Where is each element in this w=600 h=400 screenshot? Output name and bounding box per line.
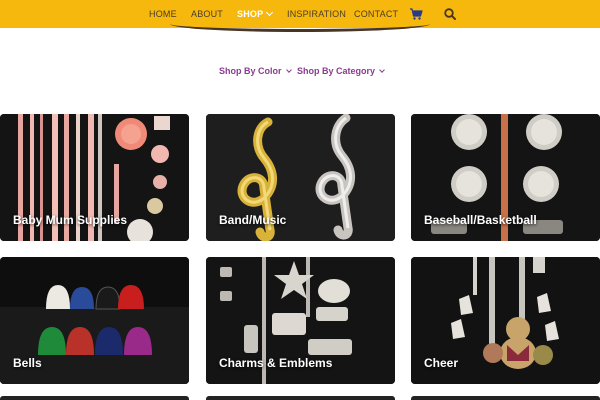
category-card-band-music[interactable]: Band/Music [206, 114, 395, 241]
nav-about[interactable]: ABOUT [191, 0, 223, 28]
nav-home[interactable]: HOME [149, 0, 177, 28]
card-label: Band/Music [219, 213, 287, 227]
shop-by-color-label: Shop By Color [219, 66, 282, 76]
nav-shop-label: SHOP [237, 9, 264, 19]
card-label: Charms & Emblems [219, 356, 333, 370]
card-label: Bells [13, 356, 42, 370]
nav-inspiration[interactable]: INSPIRATION [287, 0, 346, 28]
nav-shop[interactable]: SHOP [237, 0, 274, 28]
shop-by-color-dropdown[interactable]: Shop By Color [219, 66, 292, 76]
search-icon[interactable] [443, 7, 457, 21]
nav-contact[interactable]: CONTACT [354, 0, 398, 28]
nav-home-label: HOME [149, 9, 177, 19]
category-card-cheer[interactable]: Cheer [411, 257, 600, 384]
shop-by-category-dropdown[interactable]: Shop By Category [297, 66, 385, 76]
category-card-partial[interactable] [206, 396, 395, 400]
nav-about-label: ABOUT [191, 9, 224, 19]
cart-icon[interactable] [409, 7, 423, 21]
chevron-down-icon [285, 67, 292, 73]
nav-inspiration-label: INSPIRATION [287, 9, 347, 19]
category-card-baby-mum-supplies[interactable]: Baby Mum Supplies [0, 114, 189, 241]
category-card-baseball-basketball[interactable]: Baseball/Basketball [411, 114, 600, 241]
site-header: HOME ABOUT SHOP INSPIRATION CONTACT [0, 0, 600, 32]
shop-filters: Shop By Color Shop By Category [0, 66, 600, 80]
nav-contact-label: CONTACT [354, 9, 399, 19]
card-label: Baseball/Basketball [424, 213, 537, 227]
category-card-partial[interactable] [0, 396, 189, 400]
card-label: Cheer [424, 356, 459, 370]
chevron-down-icon [379, 67, 385, 73]
shop-by-category-label: Shop By Category [297, 66, 376, 76]
category-card-bells[interactable]: Bells [0, 257, 189, 384]
category-card-partial[interactable] [411, 396, 600, 400]
category-card-charms-emblems[interactable]: Charms & Emblems [206, 257, 395, 384]
chevron-down-icon [266, 8, 274, 17]
card-label: Baby Mum Supplies [13, 213, 128, 227]
